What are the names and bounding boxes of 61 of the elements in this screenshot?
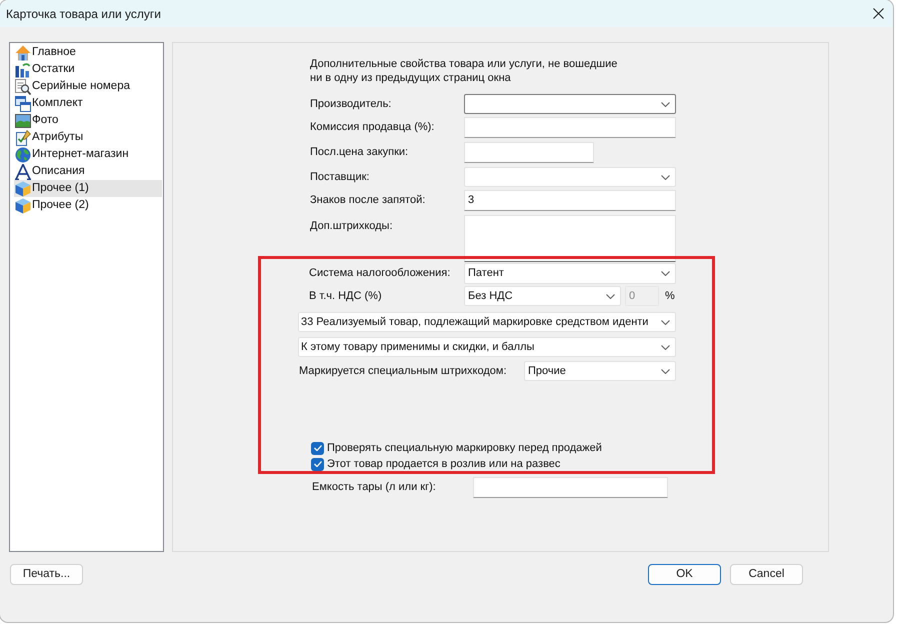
input-field[interactable]: 3: [464, 190, 676, 211]
stacked-windows-icon: [15, 96, 31, 112]
cancel-button[interactable]: Cancel: [730, 564, 803, 585]
text-area[interactable]: [464, 215, 676, 262]
field-label: Доп.штрихкоды:: [310, 219, 394, 234]
checkmark-icon: [314, 461, 322, 467]
dropdown[interactable]: Прочие: [524, 361, 676, 381]
dropdown[interactable]: 33 Реализуемый товар, подлежащий маркировке средством иденти: [298, 312, 676, 332]
globe-icon: [15, 146, 31, 162]
input-field[interactable]: [473, 477, 668, 498]
input-field[interactable]: [464, 142, 594, 163]
field-label: Производитель:: [310, 96, 392, 112]
letter-icon: [15, 164, 31, 180]
checkbox[interactable]: [311, 458, 324, 470]
sidebar-item[interactable]: Описания: [14, 163, 162, 180]
window-title: Карточка товара или услуги: [6, 6, 161, 22]
checkmark-icon: [314, 445, 322, 451]
field-label: Емкость тары (л или кг):: [312, 480, 437, 496]
field-label: Посл.цена закупки:: [310, 145, 410, 160]
field-label: В т.ч. НДС (%): [309, 288, 383, 304]
document-magnifier-icon: [15, 78, 31, 94]
checkbox-label: Этот товар продается в розлив или на развес: [327, 456, 560, 472]
chevron-down-icon: [661, 271, 670, 276]
sidebar-item[interactable]: Атрибуты: [14, 129, 162, 146]
unit-label: %: [665, 288, 675, 304]
sidebar-item[interactable]: Остатки: [14, 61, 162, 78]
house-icon: [15, 44, 31, 60]
sidebar-item[interactable]: Главное: [14, 44, 162, 61]
checklist-icon: [15, 130, 31, 146]
field-label: Знаков после запятой:: [310, 193, 426, 208]
chevron-down-icon: [606, 294, 615, 298]
sidebar-item[interactable]: Прочее (1): [14, 180, 162, 197]
field-label: Маркируется специальным штрихкодом:: [299, 364, 508, 379]
input-field[interactable]: [464, 117, 676, 138]
description-text: Дополнительные свойства товара или услуги, не вошедшие ни в одну из предыдущих страниц окна: [310, 57, 618, 85]
cube-icon: [15, 198, 31, 214]
chevron-down-icon: [661, 320, 670, 324]
chevron-down-icon: [661, 344, 670, 350]
checkbox[interactable]: [311, 442, 324, 454]
sidebar-item[interactable]: Фото: [14, 112, 162, 129]
dropdown[interactable]: Без НДС: [464, 286, 621, 306]
ok-button[interactable]: OK: [648, 564, 721, 585]
close-icon: [872, 8, 884, 19]
dropdown[interactable]: [464, 94, 676, 114]
landscape-picture-icon: [15, 112, 31, 128]
field-label: Поставщик:: [310, 170, 370, 185]
checkbox-label: Проверять специальную маркировку перед продажей: [327, 440, 602, 456]
chevron-down-icon: [661, 368, 670, 374]
print-button[interactable]: Печать...: [10, 564, 83, 585]
sidebar-item[interactable]: Интернет-магазин: [14, 146, 162, 163]
chevron-down-icon: [661, 102, 670, 106]
sidebar-item[interactable]: Серийные номера: [14, 78, 162, 95]
cube-icon: [15, 180, 31, 196]
sidebar-item[interactable]: Комплект: [14, 95, 162, 112]
field-label: Комиссия продавца (%):: [310, 120, 436, 136]
field-label: Система налогообложения:: [309, 266, 452, 282]
sidebar-item[interactable]: Прочее (2): [14, 197, 162, 214]
chevron-down-icon: [661, 174, 670, 180]
dropdown[interactable]: К этому товару применимы и скидки, и баллы: [298, 337, 676, 357]
bar-chart-icon: [15, 62, 31, 78]
dropdown[interactable]: Патент: [464, 263, 676, 284]
